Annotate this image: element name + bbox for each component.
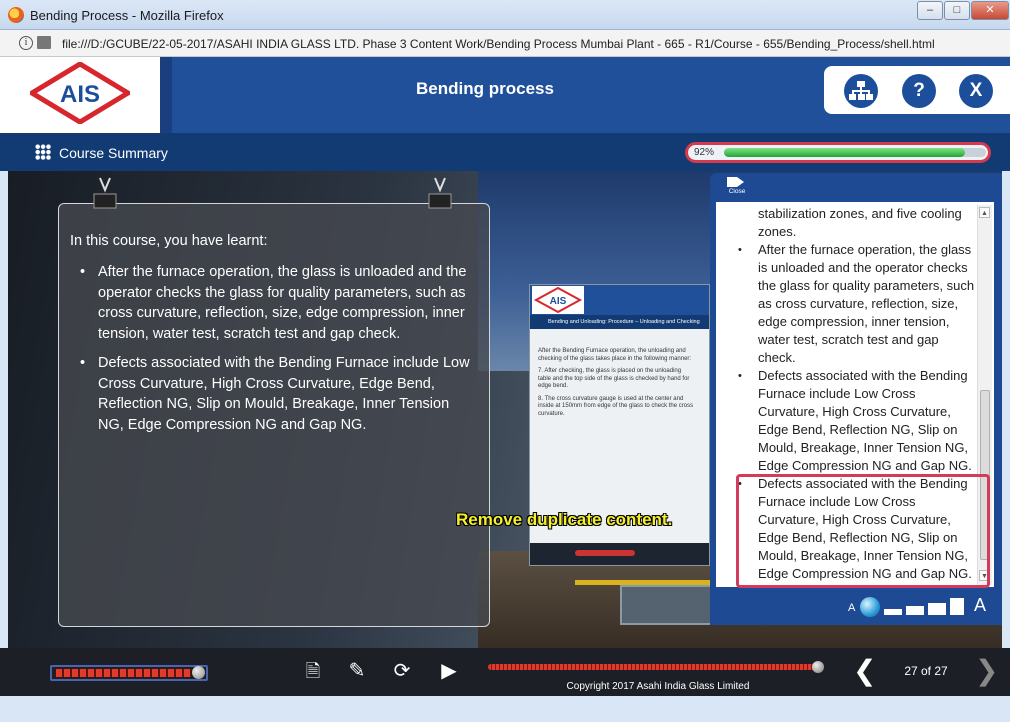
embedded-body: After the Bending Furnace operation, the… <box>538 348 694 418</box>
svg-text:AIS: AIS <box>60 81 100 108</box>
review-note: Remove duplicate content. <box>456 510 673 529</box>
embedded-subheader: Bending and Unloading: Procedure – Unloa… <box>530 315 709 329</box>
close-panel-icon <box>727 177 744 187</box>
replay-icon[interactable]: ⟳ <box>391 659 413 683</box>
font-size-step[interactable] <box>928 603 946 615</box>
exit-button[interactable]: X <box>959 74 993 108</box>
page-indicator: 27 of 27 <box>904 664 948 678</box>
grid-icon[interactable] <box>35 144 51 160</box>
font-size-step[interactable] <box>884 609 902 615</box>
close-window-button[interactable]: ✕ <box>971 1 1009 20</box>
progress-fill <box>724 148 966 157</box>
embedded-ais-logo: AIS <box>532 286 584 314</box>
summary-item: Defects associated with the Bending Furn… <box>78 353 478 435</box>
ais-logo: AIS <box>30 62 130 124</box>
volume-knob[interactable] <box>192 666 205 679</box>
transcript-close-button[interactable]: Close <box>726 176 748 200</box>
seek-knob[interactable] <box>812 661 824 673</box>
next-page-button[interactable]: ❯ <box>975 656 998 686</box>
course-summary-link[interactable]: Course Summary <box>59 145 168 161</box>
duplicate-highlight <box>736 474 990 588</box>
info-icon[interactable]: i <box>19 36 33 50</box>
embedded-line: 8. The cross curvature gauge is used at … <box>538 395 694 417</box>
firefox-icon <box>8 7 24 23</box>
seek-bar[interactable] <box>488 664 818 670</box>
copyright-text: Copyright 2017 Asahi India Glass Limited <box>566 681 750 692</box>
transcript-close-label: Close <box>728 188 746 195</box>
play-icon[interactable]: ▶ <box>438 659 460 683</box>
sitemap-icon <box>849 81 873 100</box>
maximize-button[interactable]: □ <box>944 1 970 20</box>
transcript-item: After the furnace operation, the glass i… <box>738 241 976 367</box>
transcript-item: Defects associated with the Bending Furn… <box>738 367 976 475</box>
sitemap-button[interactable] <box>844 74 878 108</box>
embedded-line: After the Bending Furnace operation, the… <box>538 348 692 362</box>
summary-list: After the furnace operation, the glass i… <box>78 262 478 444</box>
font-larger-label[interactable]: A <box>974 595 986 616</box>
volume-level <box>56 669 191 677</box>
binder-clip-icon <box>428 177 452 209</box>
window-bottom-edge <box>0 696 1010 722</box>
page-title: Bending process <box>416 79 554 98</box>
page-icon <box>37 36 51 49</box>
font-size-step[interactable] <box>906 606 924 615</box>
summary-item: After the furnace operation, the glass i… <box>78 262 478 344</box>
embedded-line: 7. After checking, the glass is placed o… <box>538 368 690 389</box>
font-size-step[interactable] <box>950 598 964 615</box>
font-smaller-label[interactable]: A <box>848 602 855 614</box>
progress-percent: 92% <box>694 147 715 158</box>
minimize-button[interactable]: – <box>917 1 943 20</box>
pencil-icon[interactable]: ✎ <box>346 659 368 683</box>
embedded-seekbar <box>575 550 635 556</box>
binder-clip-icon <box>93 177 117 209</box>
scroll-up-icon[interactable]: ▲ <box>979 207 990 218</box>
summary-intro: In this course, you have learnt: <box>70 233 268 249</box>
previous-page-button[interactable]: ❮ <box>853 656 876 686</box>
window-title: Bending Process - Mozilla Firefox <box>30 8 224 23</box>
svg-text:AIS: AIS <box>550 296 567 307</box>
help-button[interactable]: ? <box>902 74 936 108</box>
url-text[interactable]: file:///D:/GCUBE/22-05-2017/ASAHI INDIA … <box>62 37 935 51</box>
notes-icon[interactable]: 🗎 <box>302 659 324 683</box>
transcript-item: stabilization zones, and five cooling zo… <box>758 206 962 239</box>
font-size-slider-knob[interactable] <box>860 597 880 617</box>
